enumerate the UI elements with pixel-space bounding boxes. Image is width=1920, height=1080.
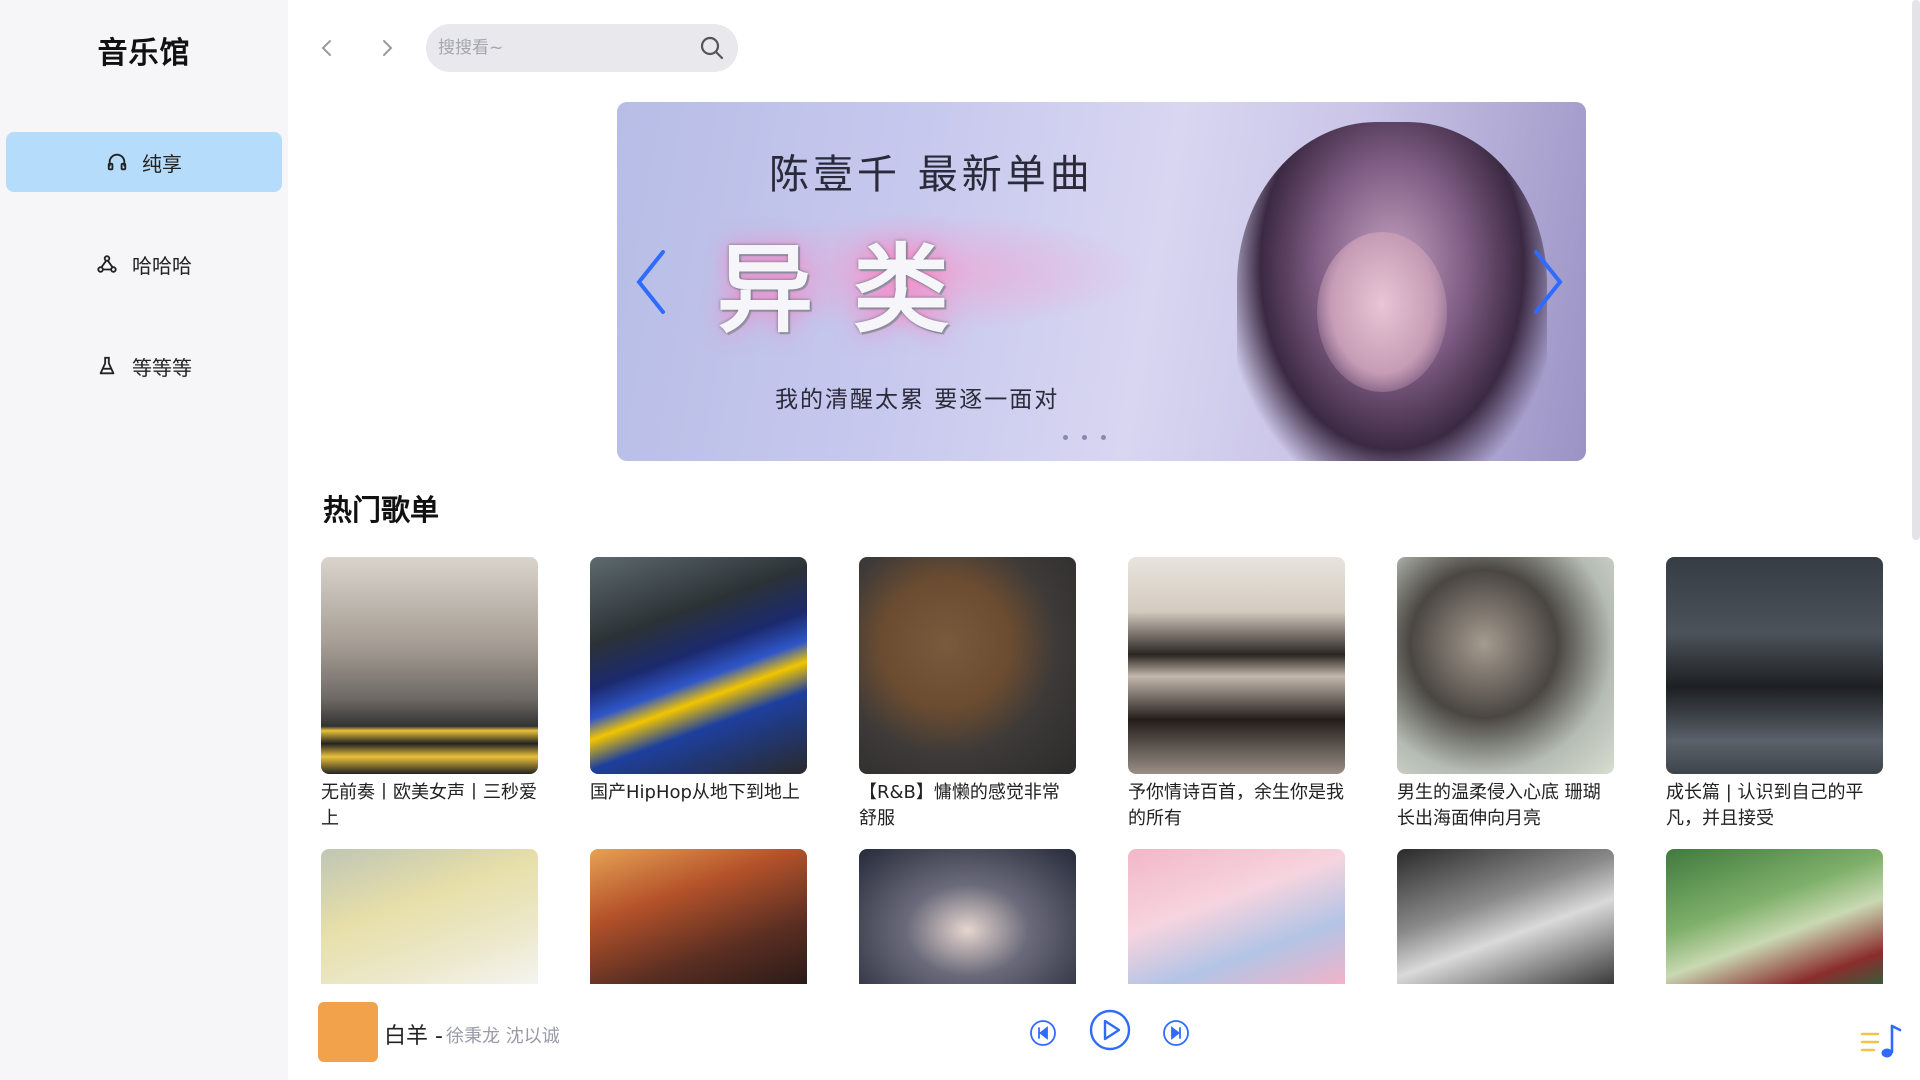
banner-dot[interactable] (1101, 435, 1106, 440)
now-playing-cover[interactable] (318, 1002, 378, 1062)
banner-dot[interactable] (1082, 435, 1087, 440)
sidebar-item-label: 哈哈哈 (132, 253, 192, 278)
previous-track-button[interactable] (1028, 1018, 1058, 1048)
playlist-card[interactable]: 成长篇 | 认识到自己的平凡，并且接受 (1666, 557, 1883, 832)
now-playing-artist: 徐秉龙 沈以诚 (446, 1026, 560, 1047)
playlist-card[interactable] (859, 849, 1076, 984)
banner-song-title: 异类 (717, 233, 989, 346)
playlist-cover[interactable] (321, 849, 538, 984)
banner-title: 陈壹千 最新单曲 (769, 152, 1094, 198)
playlist-cover[interactable] (859, 849, 1076, 984)
chevron-left-icon (321, 40, 331, 56)
chevron-right-icon (1534, 250, 1563, 314)
playlist-card[interactable]: 男生的温柔侵入心底 珊瑚长出海面伸向月亮 (1397, 557, 1614, 832)
play-button[interactable] (1088, 1008, 1132, 1052)
chevron-right-icon (383, 40, 393, 56)
sidebar: 音乐馆 纯享 哈哈哈 等等等 (0, 0, 288, 1080)
sidebar-item-hahaha[interactable]: 哈哈哈 (6, 234, 282, 294)
flask-icon (99, 356, 115, 375)
playlist-cover[interactable] (1397, 557, 1614, 774)
playlist-card[interactable] (590, 849, 807, 984)
forward-button[interactable] (369, 30, 405, 66)
banner-pagination (1063, 435, 1106, 440)
play-icon (1089, 1009, 1131, 1051)
playlist-card[interactable]: 【R&B】慵懒的感觉非常舒服 (859, 557, 1076, 832)
playlist-title[interactable]: 【R&B】慵懒的感觉非常舒服 (859, 780, 1076, 832)
playlist-card[interactable] (321, 849, 538, 984)
playlist-cover[interactable] (1128, 557, 1345, 774)
back-button[interactable] (309, 30, 345, 66)
banner-dot[interactable] (1063, 435, 1068, 440)
playlist-cover[interactable] (590, 557, 807, 774)
playlist-card[interactable]: 予你情诗百首，余生你是我的所有 (1128, 557, 1345, 832)
sidebar-item-label: 纯享 (142, 151, 182, 176)
playlist-card[interactable]: 国产HipHop从地下到地上 (590, 557, 807, 832)
now-playing-title: 白羊 - (384, 1024, 443, 1049)
search-icon[interactable] (698, 34, 726, 62)
headphones-icon (107, 153, 127, 171)
playlist-cover[interactable] (859, 557, 1076, 774)
next-track-button[interactable] (1161, 1018, 1191, 1048)
playlist-queue-button[interactable] (1860, 1020, 1902, 1062)
playlist-card[interactable] (1666, 849, 1883, 984)
playlist-title[interactable]: 国产HipHop从地下到地上 (590, 780, 807, 832)
banner-prev-button[interactable] (627, 242, 677, 322)
skip-back-icon (1030, 1020, 1056, 1046)
skip-forward-icon (1163, 1020, 1189, 1046)
sidebar-item-chunxiang[interactable]: 纯享 (6, 132, 282, 192)
playlist-card[interactable] (1397, 849, 1614, 984)
page-scrollbar[interactable] (1912, 0, 1920, 540)
banner-next-button[interactable] (1522, 242, 1572, 322)
player-bar: 白羊 - 徐秉龙 沈以诚 (288, 990, 1920, 1080)
search-input[interactable] (438, 24, 688, 72)
playlist-title[interactable]: 无前奏丨欧美女声丨三秒爱上 (321, 780, 538, 832)
sidebar-item-dengdengdeng[interactable]: 等等等 (6, 336, 282, 396)
playlist-title[interactable]: 男生的温柔侵入心底 珊瑚长出海面伸向月亮 (1397, 780, 1614, 832)
banner-subtitle: 我的清醒太累 要逐一面对 (775, 387, 1060, 413)
playlist-cover[interactable] (1666, 849, 1883, 984)
music-list-icon (1860, 1024, 1902, 1058)
sidebar-item-label: 等等等 (132, 355, 192, 380)
playlist-card[interactable]: 无前奏丨欧美女声丨三秒爱上 (321, 557, 538, 832)
banner-carousel[interactable]: 陈壹千 最新单曲 异类 我的清醒太累 要逐一面对 (617, 102, 1586, 461)
chevron-left-icon (636, 250, 665, 314)
search-box (426, 24, 738, 72)
banner-artist-face (1317, 232, 1447, 392)
playlist-cover[interactable] (1666, 557, 1883, 774)
playlist-cover[interactable] (1397, 849, 1614, 984)
section-title-hot-playlists: 热门歌单 (323, 493, 440, 527)
playlist-cover[interactable] (321, 557, 538, 774)
playlist-card[interactable] (1128, 849, 1345, 984)
app-logo: 音乐馆 (97, 36, 191, 71)
playlist-title[interactable]: 予你情诗百首，余生你是我的所有 (1128, 780, 1345, 832)
playlist-cover[interactable] (1128, 849, 1345, 984)
playlist-title[interactable]: 成长篇 | 认识到自己的平凡，并且接受 (1666, 780, 1883, 832)
playlist-cover[interactable] (590, 849, 807, 984)
network-icon (97, 255, 117, 273)
